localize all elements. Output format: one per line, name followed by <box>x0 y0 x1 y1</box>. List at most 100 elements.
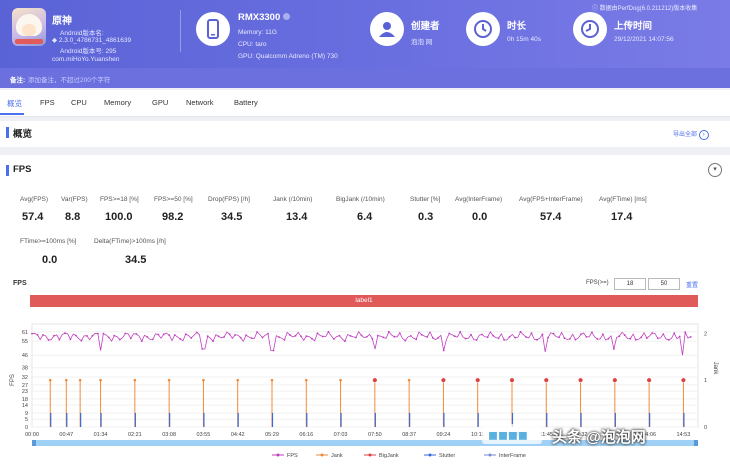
legend-marker <box>488 453 492 457</box>
fps-line <box>31 330 691 356</box>
y-tick-label: 27 <box>22 383 28 389</box>
y-tick-label: 18 <box>22 397 28 403</box>
bigjank-point <box>543 377 549 383</box>
legend-marker <box>368 453 372 457</box>
upload-time-icon <box>573 12 607 46</box>
jank-point <box>202 378 205 382</box>
x-tick-label: 00:47 <box>59 432 73 438</box>
bigjank-point <box>612 377 618 383</box>
metric-value: 8.8 <box>65 211 81 223</box>
metric-value: 34.5 <box>125 254 147 266</box>
app-name: 原神 <box>52 16 72 27</box>
metric-value: 0.0 <box>472 211 488 223</box>
bigjank-point <box>680 377 687 383</box>
fps-max-input[interactable]: 50 <box>648 278 680 290</box>
metric-label: Var(FPS) <box>61 196 88 203</box>
y-axis-label: FPS <box>10 374 16 386</box>
fps-min-input[interactable]: 18 <box>614 278 646 290</box>
bigjank-point <box>646 377 652 383</box>
metric-value: 57.4 <box>540 211 562 223</box>
metric-value: 17.4 <box>611 211 633 223</box>
user-icon <box>370 12 404 46</box>
svg-text:◼◼◼◼: ◼◼◼◼ <box>488 428 528 442</box>
metric-label: Avg(FPS+InterFrame) <box>519 196 583 203</box>
x-tick-label: 14:53 <box>677 432 691 438</box>
jank-point <box>64 378 68 382</box>
metric-value: 0.0 <box>42 254 58 266</box>
zoom-handle-left <box>32 440 36 446</box>
remark-input[interactable]: 添加备注，不超过200个字符 <box>28 74 110 84</box>
metric-label: Jank (/10min) <box>273 196 313 203</box>
metric-value: 34.5 <box>221 211 243 223</box>
y-tick-label: 32 <box>22 375 28 381</box>
zoom-handle-right <box>694 440 698 446</box>
tab-battery[interactable]: Battery <box>234 98 258 107</box>
jank-point <box>99 378 102 382</box>
legend-label: Jank <box>331 453 343 459</box>
package-name: com.miHoYo.Yuanshen <box>52 56 120 63</box>
android-version-code: Android版本号: 295 <box>60 48 117 55</box>
jank-point <box>339 378 342 382</box>
report-header: 原神 Android版本名: ◆ 2.3.0_4786731_4861639 A… <box>0 0 730 68</box>
x-tick-label: 05:29 <box>265 432 279 438</box>
y-tick-label: 38 <box>22 366 28 372</box>
bigjank-point <box>440 377 447 383</box>
duration-label: 时长 <box>507 21 527 32</box>
jank-point <box>236 378 240 382</box>
remark-bar: 备注: 添加备注，不超过200个字符 <box>0 68 730 88</box>
metric-value: 13.4 <box>286 211 308 223</box>
jank-point <box>167 378 171 382</box>
y-tick-label: 46 <box>22 353 28 359</box>
collapse-chevron-icon[interactable]: ▾ <box>708 163 722 177</box>
device-gpu: GPU: Qualcomm Adreno (TM) 730 <box>238 53 338 60</box>
metric-label: Stutter [%] <box>410 196 441 203</box>
tab-cpu[interactable]: CPU <box>71 98 87 107</box>
clock-icon <box>466 12 500 46</box>
active-tab-indicator <box>0 113 24 115</box>
tab-network[interactable]: Network <box>186 98 214 107</box>
app-icon <box>12 8 46 46</box>
y-tick-label: 5 <box>25 417 28 423</box>
x-tick-label: 00:00 <box>25 432 39 438</box>
bigjank-point <box>372 377 378 383</box>
bigjank-point <box>577 377 584 383</box>
device-memory: Memory: 11G <box>238 29 277 36</box>
jank-point <box>407 378 411 382</box>
jank-point <box>48 378 52 382</box>
export-all-link[interactable]: 导出全部 › <box>673 129 709 140</box>
fps-title: FPS <box>13 164 32 175</box>
metric-value: 98.2 <box>162 211 184 223</box>
remark-label: 备注: <box>10 77 26 84</box>
y-tick-label: 14 <box>22 403 28 409</box>
legend-label: InterFrame <box>499 453 526 459</box>
x-tick-label: 02:21 <box>128 432 142 438</box>
overview-card: 概览 导出全部 › <box>0 121 730 147</box>
bigjank-point <box>475 377 481 383</box>
jank-point <box>78 378 82 382</box>
info-circle-icon: ⓘ <box>592 6 600 12</box>
reset-button[interactable]: 重置 <box>686 280 698 289</box>
jank-point <box>270 378 274 382</box>
y-tick-label: 0 <box>25 425 28 431</box>
info-icon[interactable] <box>283 13 291 20</box>
x-tick-label: 06:16 <box>299 432 313 438</box>
tab-memory[interactable]: Memory <box>104 98 131 107</box>
tab-overview[interactable]: 概览 <box>7 98 22 109</box>
metric-value: 57.4 <box>22 211 44 223</box>
jank-point <box>133 378 137 382</box>
metric-label: Avg(FTime) [ms] <box>599 196 647 203</box>
x-tick-label: 08:37 <box>402 432 416 438</box>
x-tick-label: 09:24 <box>437 432 451 438</box>
x-tick-label: 03:55 <box>197 432 211 438</box>
chevron-circle-icon: › <box>698 130 709 140</box>
version-note: ⓘ 数据由PerfDog(6.0.211212)版本收集 <box>592 6 698 12</box>
upload-value: 29/12/2021 14:07:56 <box>614 36 674 43</box>
chart-title: FPS <box>13 280 27 287</box>
y2-tick-label: 0 <box>704 425 707 431</box>
y2-axis-label: Jank <box>712 362 718 376</box>
tab-fps[interactable]: FPS <box>40 98 55 107</box>
tab-gpu[interactable]: GPU <box>152 98 168 107</box>
diamond-icon: ◆ <box>52 37 59 44</box>
legend-label: FPS <box>287 453 298 459</box>
label-band: label1 <box>30 295 698 307</box>
